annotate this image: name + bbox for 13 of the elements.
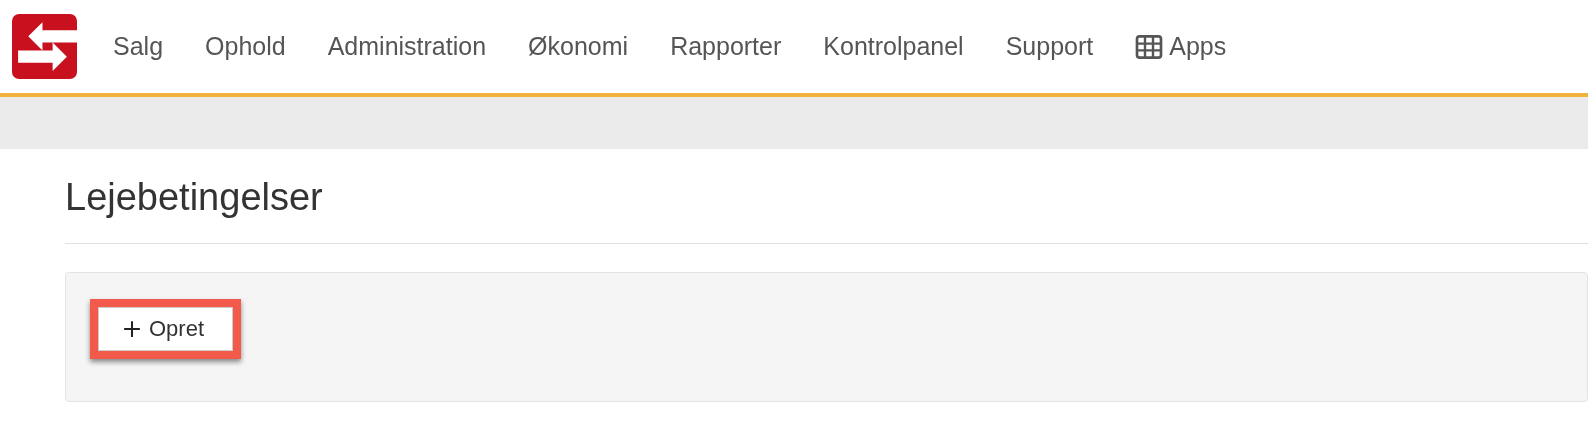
page-title: Lejebetingelser [65,175,324,220]
logo-icon[interactable] [12,14,77,79]
nav-link[interactable]: Support [1005,32,1094,61]
nav-link[interactable]: Kontrolpanel [823,32,964,61]
grid-icon [1135,34,1164,59]
create-button[interactable]: Opret [98,307,234,351]
nav-link[interactable]: Ophold [205,32,286,61]
nav-link[interactable]: Salg [113,32,164,61]
plus-icon [123,320,141,338]
nav-link[interactable]: Administration [327,32,487,61]
apps-link[interactable]: Apps [1135,32,1227,61]
nav-link[interactable]: Rapporter [670,32,782,61]
nav-link[interactable]: Økonomi [528,32,629,61]
